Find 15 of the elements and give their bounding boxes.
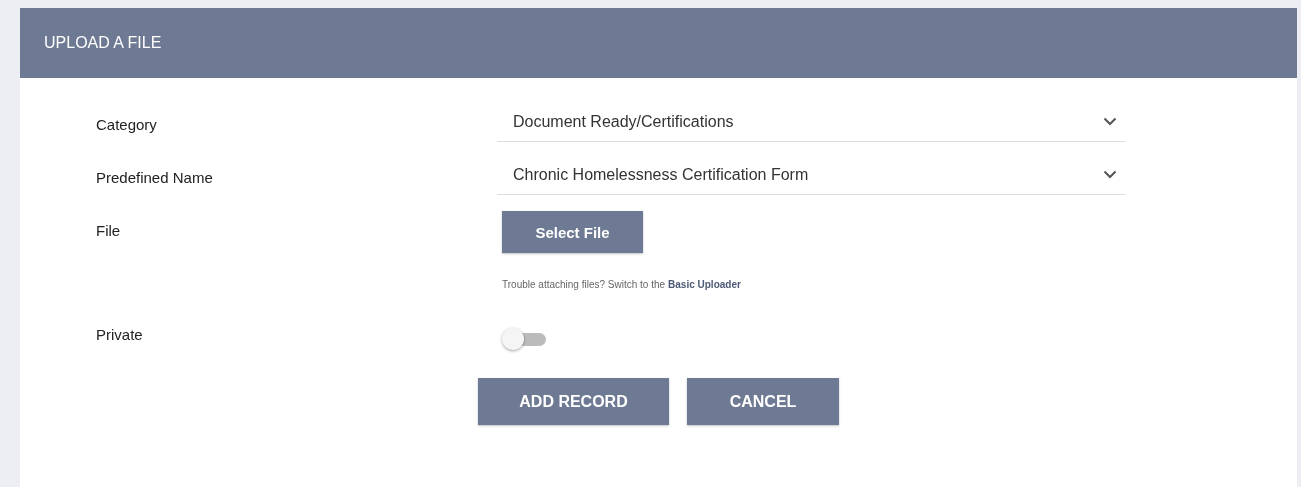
hint-text: Trouble attaching files? Switch to the xyxy=(502,279,666,290)
dialog-title: UPLOAD A FILE xyxy=(44,34,162,52)
field-label: File xyxy=(96,221,122,239)
chevron-down-icon xyxy=(1103,117,1117,126)
field-label: Private xyxy=(96,325,144,343)
cancel-button[interactable]: CANCEL xyxy=(687,378,839,425)
basic-uploader-link[interactable]: Basic Uploader xyxy=(668,279,741,290)
chevron-down-icon xyxy=(1103,170,1117,179)
dropdown-field[interactable]: Chronic Homelessness Certification Form xyxy=(497,155,1125,195)
dropdown-field[interactable]: Document Ready/Certifications xyxy=(497,102,1125,142)
private-toggle[interactable] xyxy=(502,328,548,350)
field-label: Category xyxy=(96,115,158,133)
field-label: Predefined Name xyxy=(96,168,214,186)
add-record-button[interactable]: ADD RECORD xyxy=(478,378,669,425)
select-file-button[interactable]: Select File xyxy=(502,211,643,253)
